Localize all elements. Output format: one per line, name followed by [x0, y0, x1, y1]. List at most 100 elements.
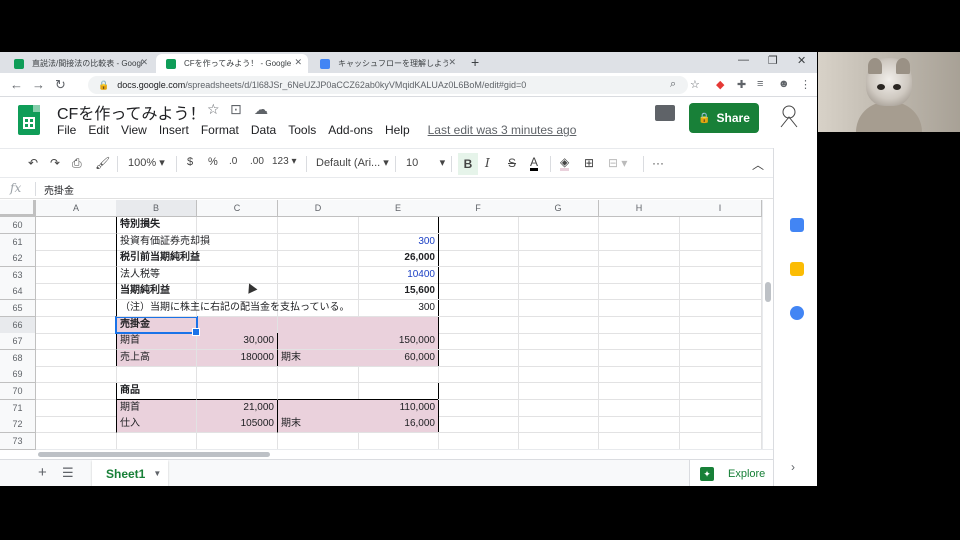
- cell-d68[interactable]: 期末: [278, 349, 359, 367]
- cell-f66[interactable]: [438, 316, 519, 334]
- cell-a63[interactable]: [36, 266, 117, 284]
- cell-a62[interactable]: [36, 250, 117, 268]
- cell-f67[interactable]: [438, 333, 519, 351]
- cell-f72[interactable]: [438, 416, 519, 434]
- cell-g60[interactable]: [518, 217, 599, 234]
- cell-g70[interactable]: [518, 383, 599, 400]
- cell-i72[interactable]: [679, 416, 762, 434]
- cell-d61[interactable]: [278, 233, 359, 251]
- cell-e70[interactable]: [358, 383, 439, 400]
- cell-g64[interactable]: [518, 283, 599, 301]
- zoom-select[interactable]: 100% ▾: [128, 156, 165, 169]
- add-sheet-icon[interactable]: +: [38, 464, 47, 481]
- horizontal-scrollbar[interactable]: [36, 449, 773, 459]
- cell-f71[interactable]: [438, 399, 519, 417]
- star-icon[interactable]: ☆: [207, 101, 220, 118]
- cell-d62[interactable]: [278, 250, 359, 268]
- cell-c69[interactable]: [197, 366, 278, 384]
- cell-e63[interactable]: 10400: [358, 266, 439, 284]
- cell-f68[interactable]: [438, 349, 519, 367]
- calendar-icon[interactable]: [790, 218, 804, 232]
- cell-c64[interactable]: [197, 283, 278, 301]
- row-header-71[interactable]: 71: [0, 399, 36, 417]
- cell-c72[interactable]: 105000: [197, 416, 278, 434]
- cell-c70[interactable]: [197, 383, 278, 400]
- column-header-g[interactable]: G: [518, 200, 599, 217]
- cell-h69[interactable]: [599, 366, 680, 384]
- row-header-62[interactable]: 62: [0, 250, 36, 268]
- bookmark-star-icon[interactable]: ☆: [690, 78, 700, 91]
- media-icon[interactable]: ≡: [757, 78, 763, 90]
- cell-c68[interactable]: 180000: [197, 349, 278, 367]
- cell-a71[interactable]: [36, 399, 117, 417]
- account-avatar[interactable]: [778, 103, 800, 129]
- cell-b62[interactable]: 税引前当期純利益: [116, 250, 200, 268]
- font-size-select[interactable]: 10 ▾: [406, 156, 445, 169]
- decrease-decimal-button[interactable]: .0: [229, 156, 237, 167]
- sheets-logo-icon[interactable]: [18, 105, 40, 135]
- column-header-h[interactable]: H: [599, 200, 680, 217]
- cell-g69[interactable]: [518, 366, 599, 384]
- fill-color-icon[interactable]: ◈: [560, 156, 570, 171]
- cell-c71[interactable]: 21,000: [197, 399, 278, 417]
- cell-i68[interactable]: [679, 349, 762, 367]
- cell-g66[interactable]: [518, 316, 599, 334]
- cell-e67[interactable]: 150,000: [358, 333, 439, 351]
- restore-icon[interactable]: ❐: [768, 54, 778, 67]
- cell-c63[interactable]: [197, 266, 278, 284]
- menu-edit[interactable]: Edit: [88, 123, 109, 137]
- cell-f61[interactable]: [438, 233, 519, 251]
- cell-g67[interactable]: [518, 333, 599, 351]
- all-sheets-icon[interactable]: ☰: [62, 465, 74, 481]
- row-header-60[interactable]: 60: [0, 217, 36, 234]
- cell-a66[interactable]: [36, 316, 117, 334]
- undo-icon[interactable]: ↶: [28, 156, 38, 170]
- cell-d66[interactable]: [278, 316, 359, 334]
- cell-h73[interactable]: [599, 432, 680, 450]
- cell-g65[interactable]: [518, 300, 599, 317]
- cell-h61[interactable]: [599, 233, 680, 251]
- cell-d60[interactable]: [278, 217, 359, 234]
- cell-i69[interactable]: [679, 366, 762, 384]
- back-icon[interactable]: ←: [10, 77, 23, 92]
- row-header-61[interactable]: 61: [0, 233, 36, 251]
- browser-menu-icon[interactable]: ⋮: [800, 78, 811, 91]
- row-header-70[interactable]: 70: [0, 383, 36, 400]
- browser-tab-1[interactable]: 直説法/間接法の比較表 - Google ✕: [4, 54, 154, 73]
- cell-i67[interactable]: [679, 333, 762, 351]
- cell-g73[interactable]: [518, 432, 599, 450]
- column-header-a[interactable]: A: [36, 200, 117, 217]
- cell-h64[interactable]: [599, 283, 680, 301]
- redo-icon[interactable]: ↷: [50, 156, 60, 170]
- collapse-toolbar-icon[interactable]: ︿: [752, 156, 764, 173]
- cell-h60[interactable]: [599, 217, 680, 234]
- cell-g72[interactable]: [518, 416, 599, 434]
- cell-a70[interactable]: [36, 383, 117, 400]
- cell-h72[interactable]: [599, 416, 680, 434]
- tasks-icon[interactable]: [790, 306, 804, 320]
- spreadsheet-grid[interactable]: A B C D E F G H I 60 特別損失 61 投資有価証券売却損 300 62 税引前当期純利益 2…: [0, 200, 762, 450]
- cell-a60[interactable]: [36, 217, 117, 234]
- cell-e61[interactable]: 300: [358, 233, 439, 251]
- extension-icon[interactable]: ◆: [716, 78, 724, 91]
- column-header-f[interactable]: F: [438, 200, 519, 217]
- cell-i60[interactable]: [679, 217, 762, 234]
- minimize-icon[interactable]: —: [738, 54, 749, 66]
- close-tab-icon[interactable]: ✕: [140, 57, 148, 68]
- cell-i65[interactable]: [679, 300, 762, 317]
- cell-f70[interactable]: [438, 383, 519, 400]
- menu-addons[interactable]: Add-ons: [328, 123, 373, 137]
- column-header-e[interactable]: E: [358, 200, 439, 217]
- cell-d64[interactable]: [278, 283, 359, 301]
- column-header-d[interactable]: D: [278, 200, 359, 217]
- cell-f65[interactable]: [438, 300, 519, 317]
- explore-button[interactable]: ✦ Explore: [689, 460, 773, 486]
- profile-icon[interactable]: ☻: [778, 78, 790, 90]
- cell-d72[interactable]: 期末: [278, 416, 359, 434]
- cell-h70[interactable]: [599, 383, 680, 400]
- extensions-puzzle-icon[interactable]: ✚: [737, 78, 746, 91]
- cell-e66[interactable]: [358, 316, 439, 334]
- increase-decimal-button[interactable]: .00: [250, 156, 264, 167]
- cell-i71[interactable]: [679, 399, 762, 417]
- cell-c73[interactable]: [197, 432, 278, 450]
